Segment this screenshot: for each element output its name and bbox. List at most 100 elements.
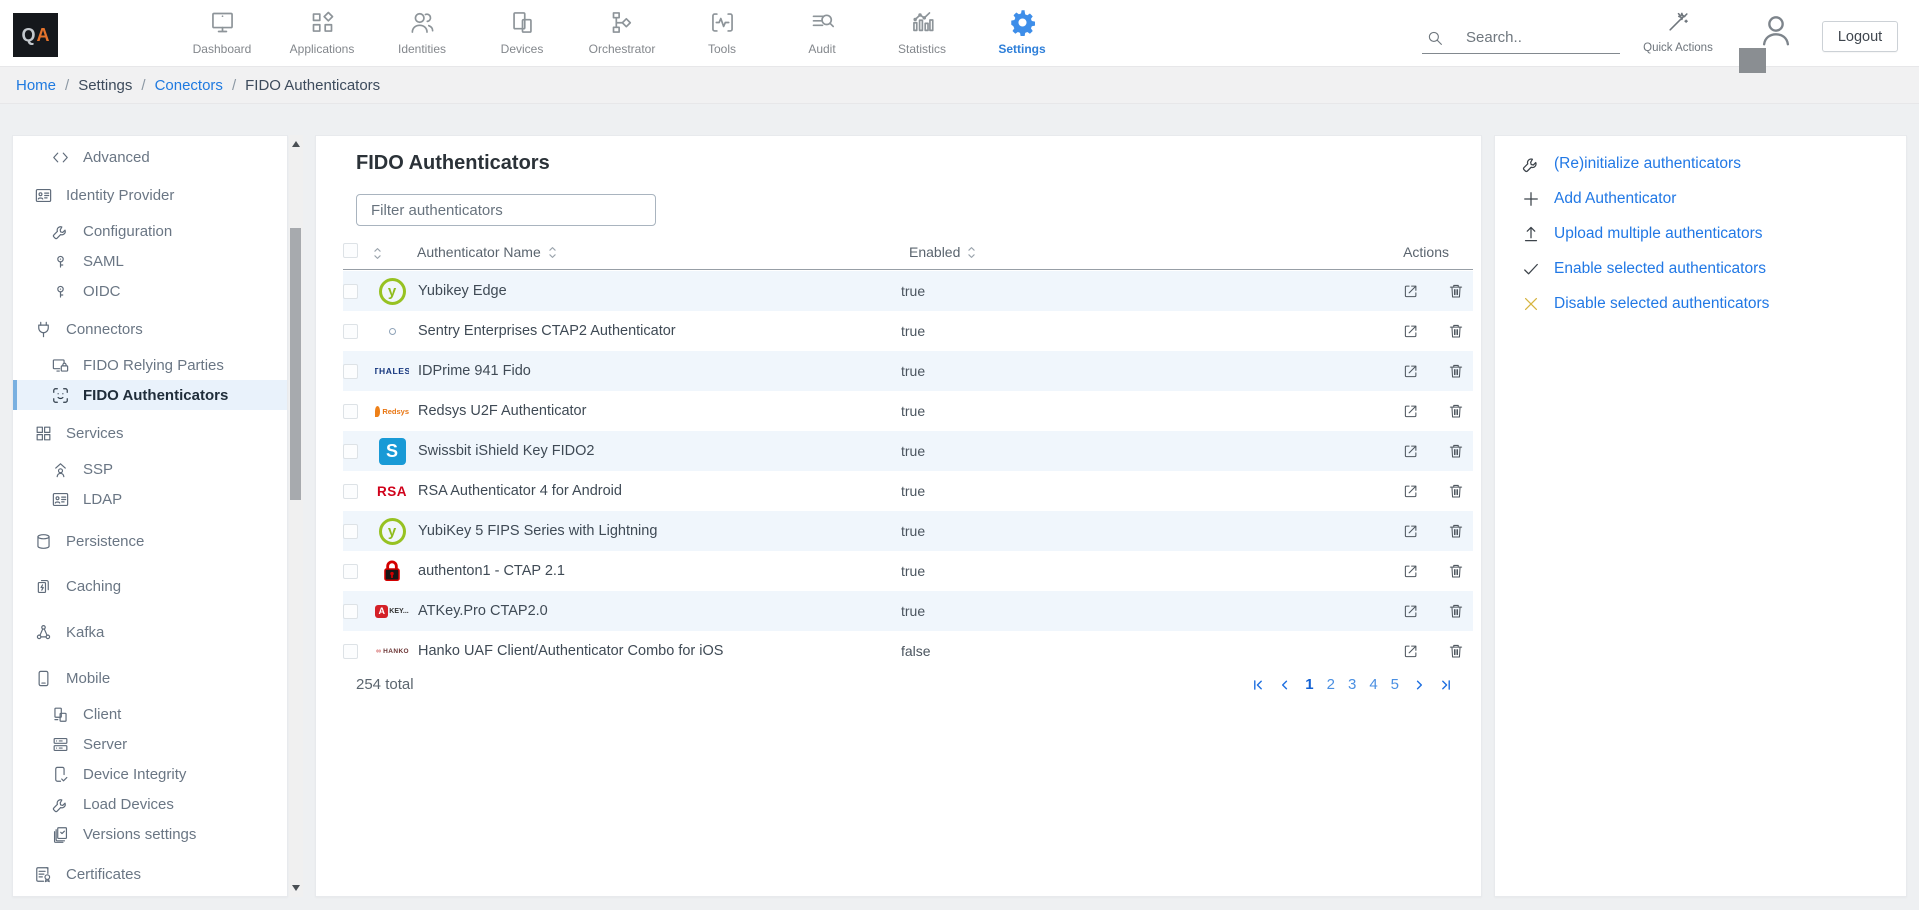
pagination-previous-button[interactable] xyxy=(1278,678,1292,692)
sidebar-item-server[interactable]: Server xyxy=(13,729,287,759)
open-authenticator-button[interactable] xyxy=(1402,602,1420,620)
nav-item-identities[interactable]: Identities xyxy=(372,9,472,56)
sort-icon[interactable] xyxy=(547,245,558,260)
nav-item-audit[interactable]: Audit xyxy=(772,9,872,56)
scrollbar-thumb[interactable] xyxy=(290,228,301,500)
delete-authenticator-button[interactable] xyxy=(1447,642,1465,660)
scroll-up-arrow-icon[interactable] xyxy=(292,141,300,147)
pagination-last-button[interactable] xyxy=(1439,678,1453,692)
sidebar-item-services[interactable]: Services xyxy=(13,418,287,448)
row-checkbox[interactable] xyxy=(343,324,358,339)
row-checkbox[interactable] xyxy=(343,484,358,499)
pagination-first-button[interactable] xyxy=(1251,678,1265,692)
row-checkbox[interactable] xyxy=(343,604,358,619)
select-all-checkbox[interactable] xyxy=(343,243,358,258)
nav-item-tools[interactable]: Tools xyxy=(672,9,772,56)
sidebar-item-configuration[interactable]: Configuration xyxy=(13,216,287,246)
delete-authenticator-button[interactable] xyxy=(1447,442,1465,460)
sidebar-item-caching[interactable]: Caching xyxy=(13,571,287,601)
breadcrumb-item-conectors[interactable]: Conectors xyxy=(155,77,223,94)
redsys-logo: Redsys xyxy=(375,394,409,428)
sidebar-item-persistence[interactable]: Persistence xyxy=(13,526,287,556)
pagination-page-2[interactable]: 2 xyxy=(1327,676,1335,693)
row-checkbox[interactable] xyxy=(343,644,358,659)
row-checkbox[interactable] xyxy=(343,404,358,419)
action-re-initialize-authenticators[interactable]: (Re)initialize authenticators xyxy=(1495,146,1906,181)
nav-item-devices[interactable]: Devices xyxy=(472,9,572,56)
delete-authenticator-button[interactable] xyxy=(1447,602,1465,620)
sidebar-item-load-devices[interactable]: Load Devices xyxy=(13,789,287,819)
row-checkbox[interactable] xyxy=(343,444,358,459)
open-authenticator-button[interactable] xyxy=(1402,442,1420,460)
sidebar-item-kafka[interactable]: Kafka xyxy=(13,617,287,647)
nav-item-orchestrator[interactable]: Orchestrator xyxy=(572,9,672,56)
action-add-authenticator[interactable]: Add Authenticator xyxy=(1495,181,1906,216)
sidebar-item-client[interactable]: Client xyxy=(13,699,287,729)
row-checkbox[interactable] xyxy=(343,284,358,299)
open-authenticator-button[interactable] xyxy=(1402,322,1420,340)
sidebar-item-advanced[interactable]: Advanced xyxy=(13,142,287,172)
column-header-name[interactable]: Authenticator Name xyxy=(417,244,541,260)
action-label: (Re)initialize authenticators xyxy=(1554,155,1741,173)
scroll-down-arrow-icon[interactable] xyxy=(292,885,300,891)
app-logo[interactable]: Q A xyxy=(13,13,58,57)
open-authenticator-button[interactable] xyxy=(1402,642,1420,660)
sidebar-item-fido-relying-parties[interactable]: FIDO Relying Parties xyxy=(13,350,287,380)
sidebar-item-saml[interactable]: SAML xyxy=(13,246,287,276)
open-authenticator-button[interactable] xyxy=(1402,522,1420,540)
delete-authenticator-button[interactable] xyxy=(1447,282,1465,300)
delete-authenticator-button[interactable] xyxy=(1447,522,1465,540)
breadcrumb-separator: / xyxy=(65,77,69,94)
user-avatar-icon[interactable] xyxy=(1757,11,1795,49)
pagination-page-5[interactable]: 5 xyxy=(1391,676,1399,693)
nav-label: Devices xyxy=(501,42,544,56)
nav-item-dashboard[interactable]: Dashboard xyxy=(172,9,272,56)
nav-item-settings[interactable]: Settings xyxy=(972,9,1072,56)
sidebar-item-certificates[interactable]: Certificates xyxy=(13,859,287,889)
collapsed-widget[interactable] xyxy=(1739,48,1766,73)
sidebar-item-mobile[interactable]: Mobile xyxy=(13,663,287,693)
sort-icon[interactable] xyxy=(372,246,383,261)
logo-letter-q: Q xyxy=(21,25,35,46)
pagination-page-1[interactable]: 1 xyxy=(1305,676,1313,693)
delete-authenticator-button[interactable] xyxy=(1447,362,1465,380)
sidebar-item-ldap[interactable]: LDAP xyxy=(13,484,287,514)
open-authenticator-button[interactable] xyxy=(1402,562,1420,580)
search-icon[interactable] xyxy=(1422,29,1466,47)
action-upload-multiple-authenticators[interactable]: Upload multiple authenticators xyxy=(1495,216,1906,251)
sidebar-item-oidc[interactable]: OIDC xyxy=(13,276,287,306)
open-authenticator-button[interactable] xyxy=(1402,482,1420,500)
logout-button[interactable]: Logout xyxy=(1822,21,1898,52)
row-checkbox[interactable] xyxy=(343,524,358,539)
delete-authenticator-button[interactable] xyxy=(1447,402,1465,420)
row-checkbox[interactable] xyxy=(343,364,358,379)
action-disable-selected-authenticators[interactable]: Disable selected authenticators xyxy=(1495,286,1906,321)
delete-authenticator-button[interactable] xyxy=(1447,562,1465,580)
quick-actions-button[interactable]: Quick Actions xyxy=(1643,9,1713,54)
nav-item-applications[interactable]: Applications xyxy=(272,9,372,56)
delete-authenticator-button[interactable] xyxy=(1447,482,1465,500)
sort-icon[interactable] xyxy=(966,245,977,260)
open-authenticator-button[interactable] xyxy=(1402,362,1420,380)
sidebar-item-partial[interactable] xyxy=(13,895,287,897)
sidebar-item-identity-provider[interactable]: Identity Provider xyxy=(13,180,287,210)
row-checkbox[interactable] xyxy=(343,564,358,579)
pagination-page-3[interactable]: 3 xyxy=(1348,676,1356,693)
nav-item-statistics[interactable]: Statistics xyxy=(872,9,972,56)
sidebar-item-device-integrity[interactable]: Device Integrity xyxy=(13,759,287,789)
filter-authenticators-input[interactable] xyxy=(356,194,656,226)
sidebar-scrollbar[interactable] xyxy=(289,135,303,897)
column-header-enabled[interactable]: Enabled xyxy=(909,244,960,260)
delete-authenticator-button[interactable] xyxy=(1447,322,1465,340)
sidebar-item-ssp[interactable]: SSP xyxy=(13,454,287,484)
open-authenticator-button[interactable] xyxy=(1402,402,1420,420)
pagination-next-button[interactable] xyxy=(1412,678,1426,692)
breadcrumb-item-home[interactable]: Home xyxy=(16,77,56,94)
open-authenticator-button[interactable] xyxy=(1402,282,1420,300)
action-enable-selected-authenticators[interactable]: Enable selected authenticators xyxy=(1495,251,1906,286)
search-input[interactable] xyxy=(1466,29,1606,46)
sidebar-item-versions-settings[interactable]: Versions settings xyxy=(13,819,287,849)
sidebar-item-fido-authenticators[interactable]: FIDO Authenticators xyxy=(13,380,287,410)
pagination-page-4[interactable]: 4 xyxy=(1369,676,1377,693)
sidebar-item-connectors[interactable]: Connectors xyxy=(13,314,287,344)
